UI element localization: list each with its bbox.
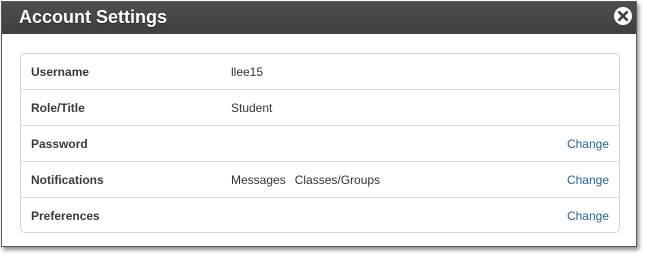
settings-row-role: Role/Title Student <box>21 90 619 126</box>
account-settings-dialog: Account Settings Username llee15 Role/Ti… <box>1 1 637 247</box>
change-password-link[interactable]: Change <box>567 137 609 151</box>
password-label: Password <box>31 137 88 151</box>
role-label: Role/Title <box>31 101 85 115</box>
change-notifications-link[interactable]: Change <box>567 173 609 187</box>
settings-row-username: Username llee15 <box>21 54 619 90</box>
username-value: llee15 <box>231 65 264 79</box>
settings-row-password: Password Change <box>21 126 619 162</box>
settings-row-notifications: Notifications Messages Classes/Groups Cha… <box>21 162 619 198</box>
notifications-classes-groups: Classes/Groups <box>294 173 381 187</box>
notifications-values: Messages Classes/Groups <box>231 173 380 187</box>
username-label: Username <box>31 65 90 79</box>
settings-table: Username llee15 Role/Title Student Passw… <box>20 53 620 233</box>
preferences-label: Preferences <box>31 209 100 223</box>
close-button[interactable] <box>613 6 633 26</box>
dialog-titlebar: Account Settings <box>2 2 636 34</box>
change-preferences-link[interactable]: Change <box>567 209 609 223</box>
settings-row-preferences: Preferences Change <box>21 198 619 232</box>
dialog-title: Account Settings <box>19 7 168 27</box>
close-circle-icon <box>614 7 632 25</box>
notifications-messages: Messages <box>231 173 286 187</box>
notifications-label: Notifications <box>31 173 104 187</box>
role-value: Student <box>231 101 273 115</box>
